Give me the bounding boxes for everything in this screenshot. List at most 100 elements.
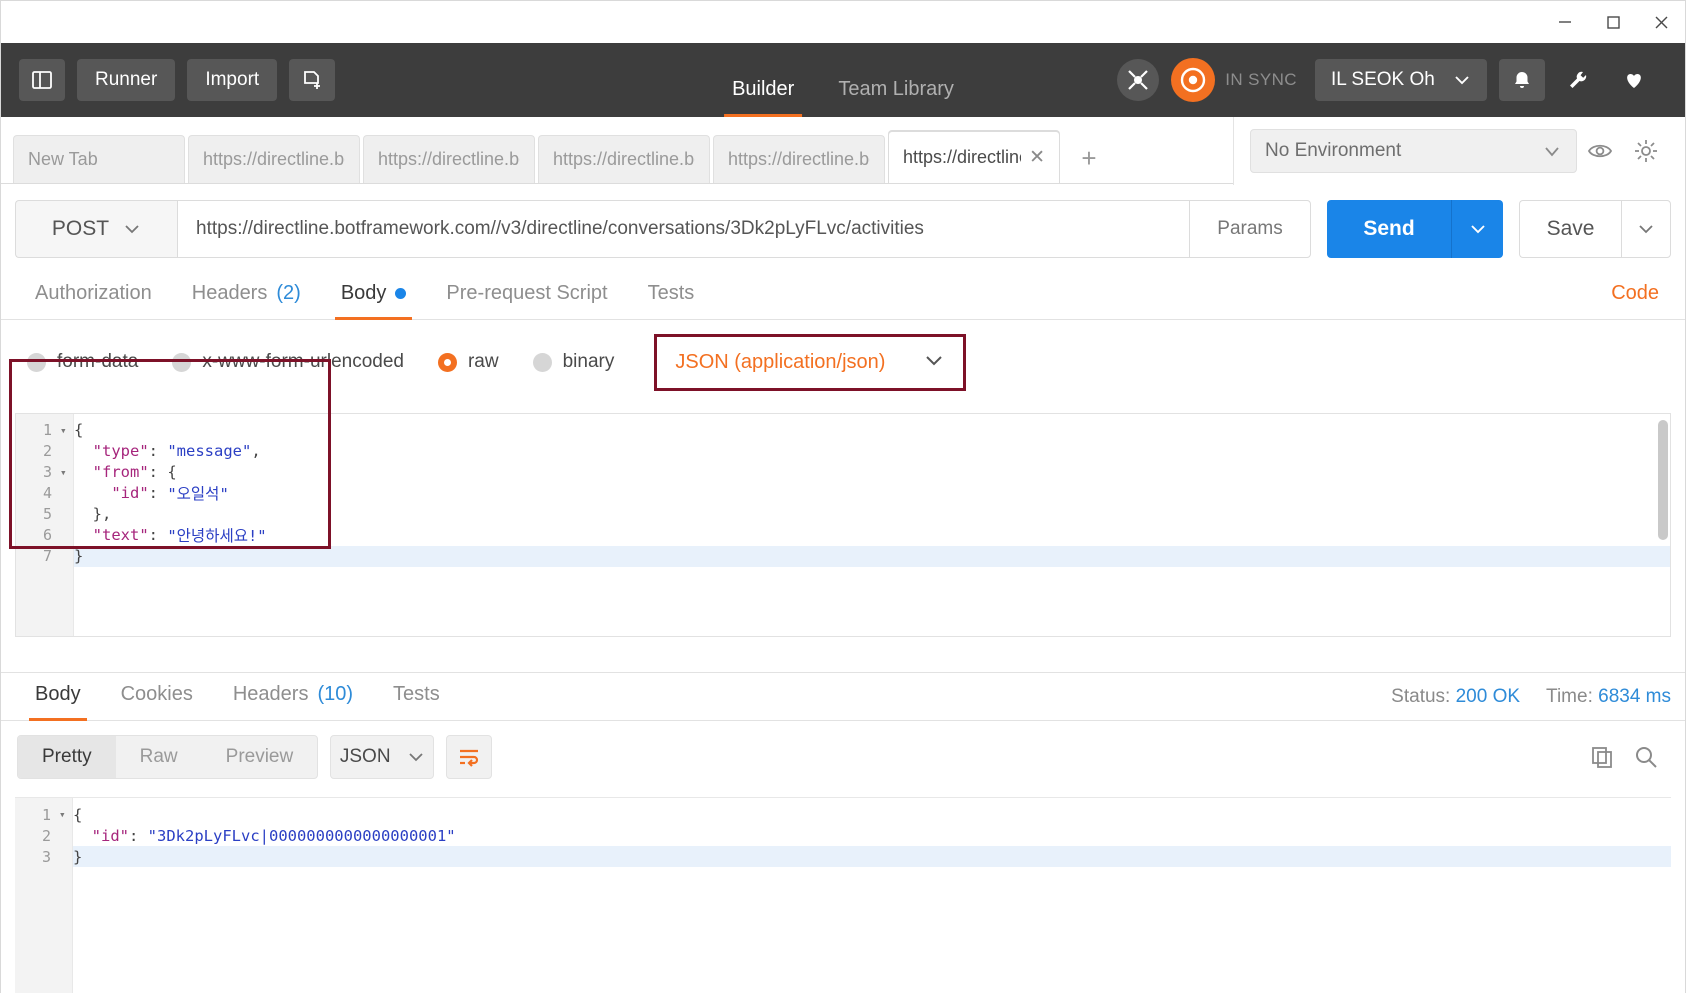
request-body-code[interactable]: 1 ▾{2 "type": "message", 3 ▾ "from": {4 "id… <box>43 414 1670 636</box>
body-type-raw-label: raw <box>467 351 499 373</box>
add-request-tab-button[interactable]: + <box>1063 135 1115 183</box>
time-badge: Time: 6834 ms <box>1546 686 1671 708</box>
tab-authorization[interactable]: Authorization <box>15 272 172 319</box>
code-token: , <box>251 442 261 461</box>
request-tab-3[interactable]: https://directline.botfr <box>538 134 710 183</box>
request-response-pane: New Tab https://directline.botfr https:/… <box>1 117 1685 993</box>
request-tab-label: https://directline.botfr <box>553 148 695 169</box>
response-tab-body[interactable]: Body <box>15 673 101 722</box>
response-tab-cookies-label: Cookies <box>120 683 193 706</box>
body-type-raw[interactable]: raw <box>437 351 499 373</box>
window-minimize-button[interactable] <box>1541 1 1589 43</box>
response-tab-cookies[interactable]: Cookies <box>101 673 213 720</box>
request-tab-4[interactable]: https://directline.botfr <box>713 134 885 183</box>
send-options-button[interactable] <box>1451 199 1503 258</box>
user-menu-button[interactable]: IL SEOK Oh <box>1315 59 1487 101</box>
code-line: 1 ▾{ <box>42 804 1671 825</box>
request-tab-5[interactable]: https://directline ✕ <box>888 130 1060 183</box>
request-tab-1[interactable]: https://directline.botfr <box>188 134 360 183</box>
tab-tests[interactable]: Tests <box>628 272 715 319</box>
code-token: : <box>129 826 148 845</box>
code-fold-toggle-icon[interactable]: ▾ <box>59 808 71 821</box>
request-url-input[interactable]: https://directline.botframework.com//v3/… <box>177 199 1189 258</box>
code-line: 3} <box>42 846 1671 868</box>
code-line-number: 2 <box>42 442 52 461</box>
body-type-binary[interactable]: binary <box>532 351 614 373</box>
window-maximize-button[interactable] <box>1589 1 1637 43</box>
tab-body-label: Body <box>340 281 387 304</box>
search-response-button[interactable] <box>1633 744 1659 770</box>
settings-button[interactable] <box>1555 59 1601 101</box>
bell-icon <box>1515 72 1529 88</box>
code-line: 1 ▾{ <box>43 420 1670 441</box>
code-link[interactable]: Code <box>1599 272 1671 319</box>
sync-status-logo[interactable] <box>1171 58 1216 102</box>
tab-body[interactable]: Body <box>321 272 427 320</box>
window-close-button[interactable] <box>1637 1 1685 43</box>
code-fold-toggle-icon[interactable]: ▾ <box>60 466 72 479</box>
code-token: } <box>74 547 84 566</box>
environment-select[interactable]: No Environment <box>1250 129 1577 173</box>
url-bar: POST https://directline.botframework.com… <box>1 184 1685 272</box>
response-tab-headers[interactable]: Headers (10) <box>213 673 373 720</box>
save-options-button[interactable] <box>1621 199 1671 258</box>
response-view-preview[interactable]: Preview <box>202 736 318 778</box>
chevron-down-icon <box>1455 76 1469 85</box>
environment-manage-button[interactable] <box>1623 129 1669 173</box>
header-mode-tabs: Builder Team Library <box>710 43 976 117</box>
import-button[interactable]: Import <box>187 59 278 101</box>
word-wrap-button[interactable] <box>446 735 493 780</box>
request-tab-0[interactable]: New Tab <box>13 134 185 183</box>
body-type-form-data[interactable]: form-data <box>27 351 138 373</box>
response-tools-right <box>1589 744 1669 770</box>
response-body-code[interactable]: 1 ▾{2 "id": "3Dk2pLyFLvc|0000000000000000… <box>42 798 1671 993</box>
header-tab-builder[interactable]: Builder <box>710 78 816 117</box>
code-fold-toggle-icon[interactable]: ▾ <box>60 424 72 437</box>
response-tab-headers-label: Headers <box>232 683 309 706</box>
radio-selected-icon <box>437 352 457 372</box>
header-tab-team-library[interactable]: Team Library <box>816 78 976 117</box>
status-label: Status: <box>1391 686 1451 708</box>
request-tab-close-icon[interactable]: ✕ <box>1021 146 1045 169</box>
code-label: Code <box>1611 281 1659 304</box>
wrench-icon <box>1570 71 1587 88</box>
code-token: "message" <box>167 442 252 461</box>
content-type-label: JSON (application/json) <box>675 350 886 373</box>
request-body-editor[interactable]: 1 ▾{2 "type": "message", 3 ▾ "from": {4 "id… <box>15 412 1671 638</box>
response-format-select[interactable]: JSON <box>330 735 435 780</box>
interceptor-button[interactable] <box>1117 59 1160 101</box>
save-button[interactable]: Save <box>1519 199 1621 258</box>
params-button[interactable]: Params <box>1189 199 1311 258</box>
tab-pre-request-script[interactable]: Pre-request Script <box>426 272 627 319</box>
body-type-urlencoded[interactable]: x-www-form-urlencoded <box>172 351 404 373</box>
editor-scrollbar[interactable] <box>1658 419 1668 540</box>
copy-response-button[interactable] <box>1589 744 1615 770</box>
chevron-down-icon <box>1545 147 1559 157</box>
postman-window: Runner Import Builder Team Library IN SY… <box>0 0 1686 993</box>
tab-tests-label: Tests <box>647 281 695 304</box>
response-view-preview-label: Preview <box>225 746 294 768</box>
code-line: 2 "type": "message", <box>43 441 1670 462</box>
response-view-pretty[interactable]: Pretty <box>18 736 116 779</box>
favorites-button[interactable] <box>1611 59 1657 101</box>
new-request-button[interactable] <box>289 59 336 101</box>
content-type-select-highlighted[interactable]: JSON (application/json) <box>654 333 967 391</box>
environment-quick-look-button[interactable] <box>1577 129 1623 173</box>
runner-button[interactable]: Runner <box>77 59 176 101</box>
notifications-button[interactable] <box>1499 59 1545 101</box>
response-body-editor[interactable]: 1 ▾{2 "id": "3Dk2pLyFLvc|0000000000000000… <box>15 797 1671 993</box>
response-tab-tests[interactable]: Tests <box>373 673 460 720</box>
sidebar-toggle-button[interactable] <box>19 59 65 101</box>
window-title-bar <box>1 1 1685 43</box>
runner-label: Runner <box>95 69 158 90</box>
params-label: Params <box>1217 217 1283 239</box>
send-button[interactable]: Send <box>1327 199 1451 258</box>
http-method-select[interactable]: POST <box>15 199 177 258</box>
postman-logo-icon <box>1181 67 1206 93</box>
response-view-raw[interactable]: Raw <box>116 736 202 778</box>
tab-headers[interactable]: Headers (2) <box>172 272 321 319</box>
status-value: 200 OK <box>1455 686 1521 708</box>
request-tab-2[interactable]: https://directline.botfr <box>363 134 535 183</box>
